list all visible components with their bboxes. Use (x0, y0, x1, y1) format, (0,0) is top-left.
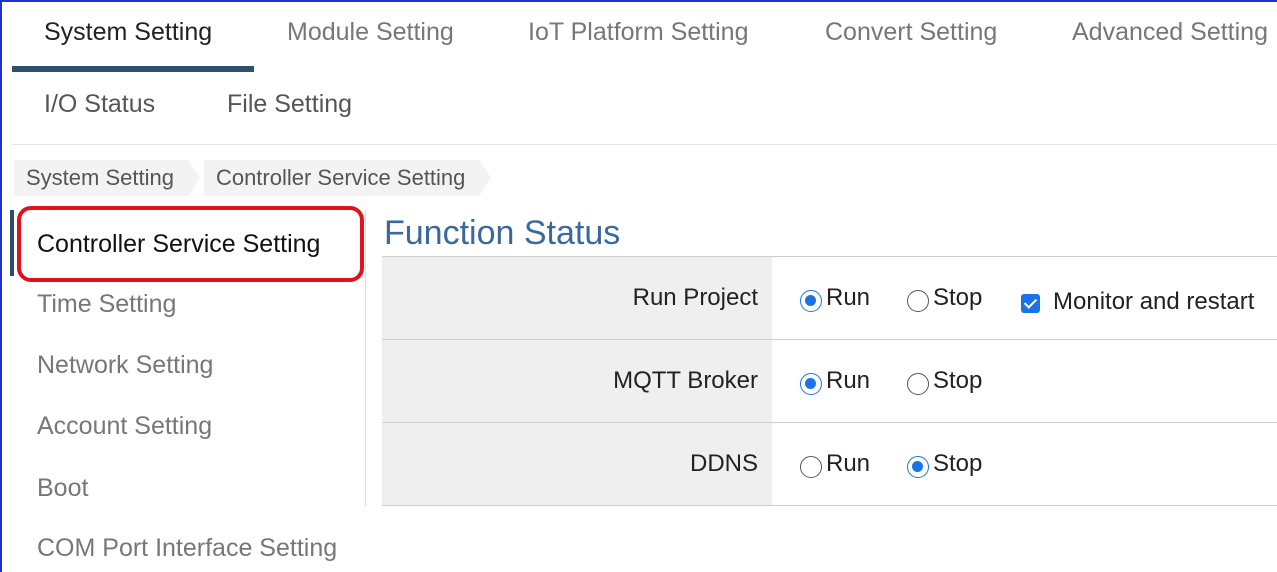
radio-unchecked-icon (907, 290, 929, 312)
row-label-cell: DDNS (382, 423, 772, 505)
run-project-stop-radio[interactable]: Stop (907, 284, 982, 312)
highlight-box (17, 206, 364, 282)
radio-label: Run (826, 367, 871, 394)
top-tabs-row2: I/O Status File Setting (12, 74, 1277, 144)
radio-label: Run (826, 284, 871, 311)
row-label: DDNS (689, 450, 758, 477)
mqtt-broker-run-radio[interactable]: Run (800, 367, 870, 395)
radio-checked-icon (800, 373, 822, 395)
active-tab-indicator (12, 66, 254, 72)
checkbox-label: Monitor and restart (1053, 288, 1255, 315)
sidebar-item-boot[interactable]: Boot (37, 474, 88, 503)
radio-label: Stop (933, 284, 983, 311)
sidebar-item-account-setting[interactable]: Account Setting (37, 412, 212, 441)
tab-convert-setting[interactable]: Convert Setting (825, 18, 997, 47)
mqtt-broker-stop-radio[interactable]: Stop (907, 367, 982, 395)
tab-file-setting[interactable]: File Setting (227, 90, 352, 119)
monitor-restart-checkbox[interactable]: Monitor and restart (1021, 288, 1254, 316)
ddns-stop-radio[interactable]: Stop (907, 450, 982, 478)
table-row-run-project: Run Project Run Stop Monitor and restart (382, 257, 1277, 340)
table-row-ddns: DDNS Run Stop (382, 423, 1277, 506)
radio-unchecked-icon (907, 373, 929, 395)
breadcrumb-item-controller-service-setting[interactable]: Controller Service Setting (203, 160, 494, 196)
radio-label: Stop (933, 367, 983, 394)
tab-advanced-setting[interactable]: Advanced Setting (1072, 18, 1268, 47)
tabs-divider (12, 144, 1277, 145)
radio-label: Stop (933, 450, 983, 477)
radio-checked-icon (800, 290, 822, 312)
sidebar-item-time-setting[interactable]: Time Setting (37, 290, 176, 319)
tab-system-setting[interactable]: System Setting (44, 18, 212, 47)
radio-checked-icon (907, 456, 929, 478)
radio-label: Run (826, 450, 871, 477)
sidebar-active-indicator (10, 210, 14, 276)
page-title: Function Status (384, 214, 621, 252)
radio-unchecked-icon (800, 456, 822, 478)
ddns-run-radio[interactable]: Run (800, 450, 870, 478)
function-status-table: Run Project Run Stop Monitor and restart… (382, 256, 1277, 506)
run-project-run-radio[interactable]: Run (800, 284, 870, 312)
row-label-cell: MQTT Broker (382, 340, 772, 422)
checkbox-checked-icon (1021, 293, 1040, 313)
breadcrumb: System Setting Controller Service Settin… (14, 160, 494, 196)
breadcrumb-item-system-setting[interactable]: System Setting (14, 160, 202, 196)
tab-iot-platform-setting[interactable]: IoT Platform Setting (528, 18, 748, 47)
row-label-cell: Run Project (382, 257, 772, 339)
row-label: Run Project (632, 284, 758, 311)
sidebar-item-network-setting[interactable]: Network Setting (37, 351, 213, 380)
tab-io-status[interactable]: I/O Status (44, 90, 155, 119)
table-row-mqtt-broker: MQTT Broker Run Stop (382, 340, 1277, 423)
top-tabs: System Setting Module Setting IoT Platfo… (12, 2, 1277, 74)
tab-module-setting[interactable]: Module Setting (287, 18, 454, 47)
row-label: MQTT Broker (613, 367, 758, 394)
sidebar-item-com-port-interface-setting[interactable]: COM Port Interface Setting (37, 534, 337, 563)
